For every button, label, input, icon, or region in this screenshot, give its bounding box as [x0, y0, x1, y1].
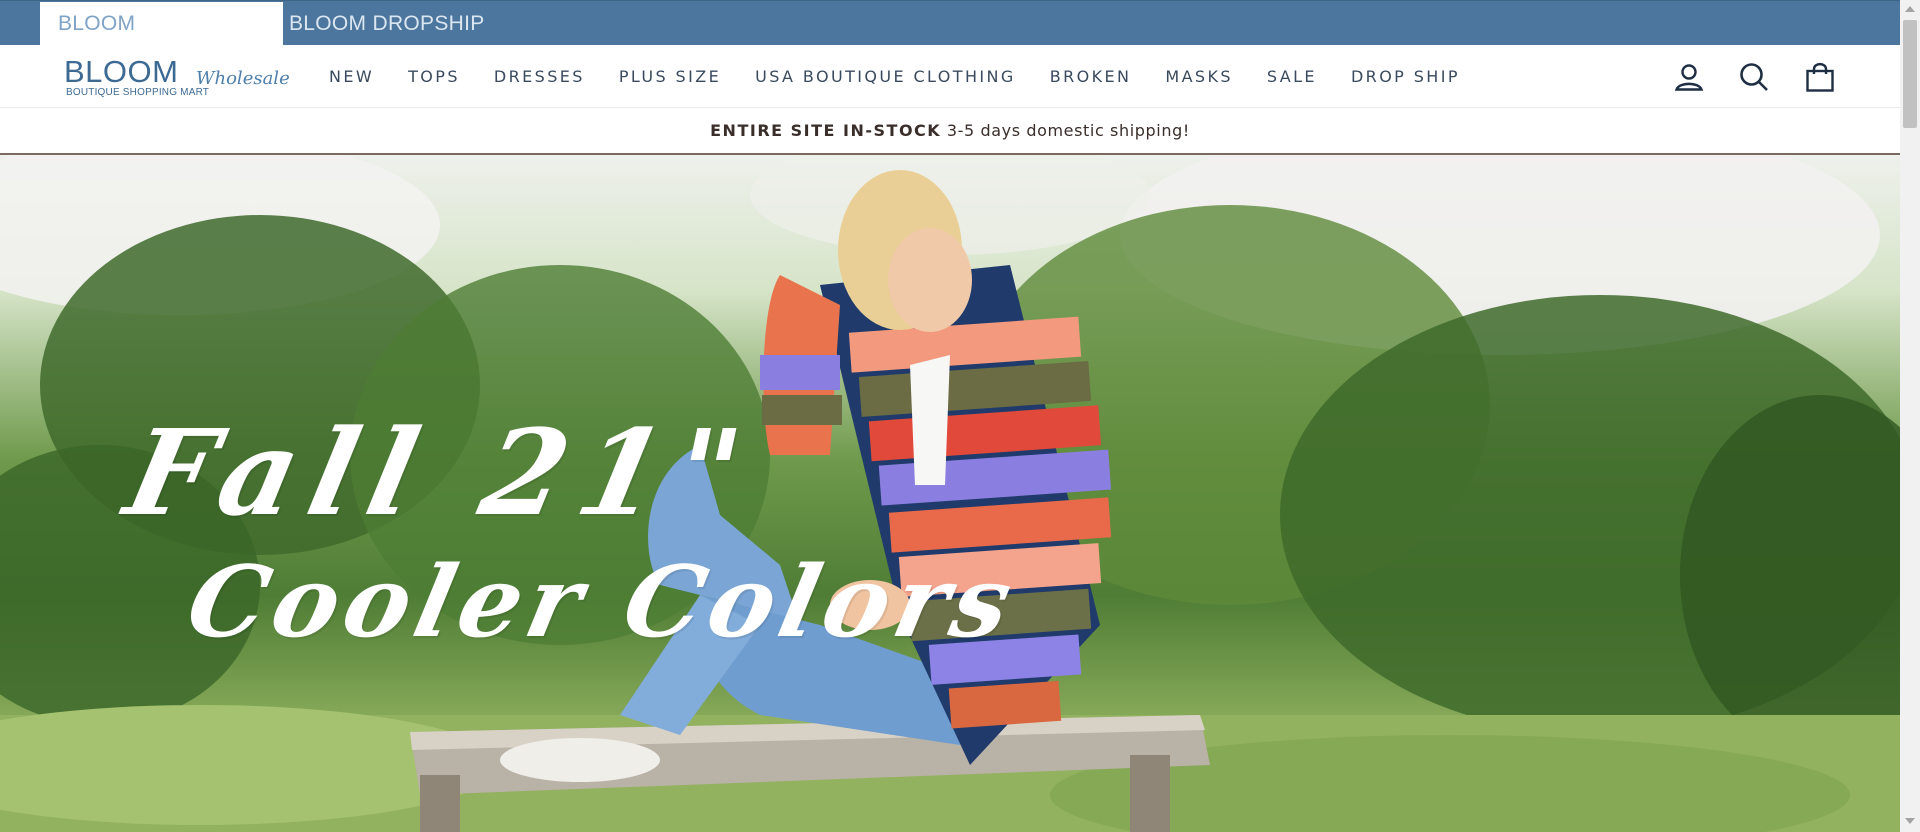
store-tab-dropship[interactable]: BLOOM DROPSHIP [283, 2, 503, 46]
scroll-down-icon[interactable] [1905, 818, 1915, 824]
scroll-up-icon[interactable] [1905, 6, 1915, 12]
main-nav: NEW TOPS DRESSES PLUS SIZE USA BOUTIQUE … [312, 45, 1477, 107]
hero-subheadline: Cooler Colors [177, 545, 1028, 660]
nav-item-dresses[interactable]: DRESSES [494, 67, 585, 86]
scroll-thumb[interactable] [1903, 20, 1917, 128]
announcement-bar: ENTIRE SITE IN-STOCK 3-5 days domestic s… [0, 108, 1900, 155]
announcement-text: 3-5 days domestic shipping! [946, 121, 1190, 140]
site-logo[interactable]: BLOOM Wholesale BOUTIQUE SHOPPING MART [64, 54, 290, 100]
nav-item-drop-ship[interactable]: DROP SHIP [1351, 67, 1460, 86]
search-icon[interactable] [1738, 61, 1770, 93]
nav-item-masks[interactable]: MASKS [1165, 67, 1233, 86]
nav-item-tops[interactable]: TOPS [408, 67, 460, 86]
nav-item-new[interactable]: NEW [329, 67, 374, 86]
logo-script: Wholesale [196, 68, 290, 89]
nav-item-plus-size[interactable]: PLUS SIZE [619, 67, 721, 86]
cart-icon[interactable] [1804, 61, 1836, 93]
logo-wordmark: BLOOM [64, 54, 179, 89]
page-scrollbar[interactable] [1900, 0, 1920, 832]
nav-item-usa-boutique[interactable]: USA BOUTIQUE CLOTHING [755, 67, 1016, 86]
announcement-bold: ENTIRE SITE IN-STOCK [710, 121, 942, 140]
nav-item-sale[interactable]: SALE [1267, 67, 1317, 86]
store-tab-wholesale[interactable]: BLOOM WHOLESALE [40, 2, 283, 79]
hero-banner[interactable]: Fall 21" Cooler Colors [0, 155, 1900, 832]
hero-headline: Fall 21" [115, 403, 767, 542]
store-switcher-bar: BLOOM WHOLESALE BLOOM DROPSHIP [0, 0, 1900, 79]
account-icon[interactable] [1673, 61, 1705, 93]
nav-item-broken[interactable]: BROKEN [1050, 67, 1132, 86]
logo-tagline: BOUTIQUE SHOPPING MART [66, 87, 210, 98]
site-header: BLOOM Wholesale BOUTIQUE SHOPPING MART N… [0, 45, 1900, 108]
